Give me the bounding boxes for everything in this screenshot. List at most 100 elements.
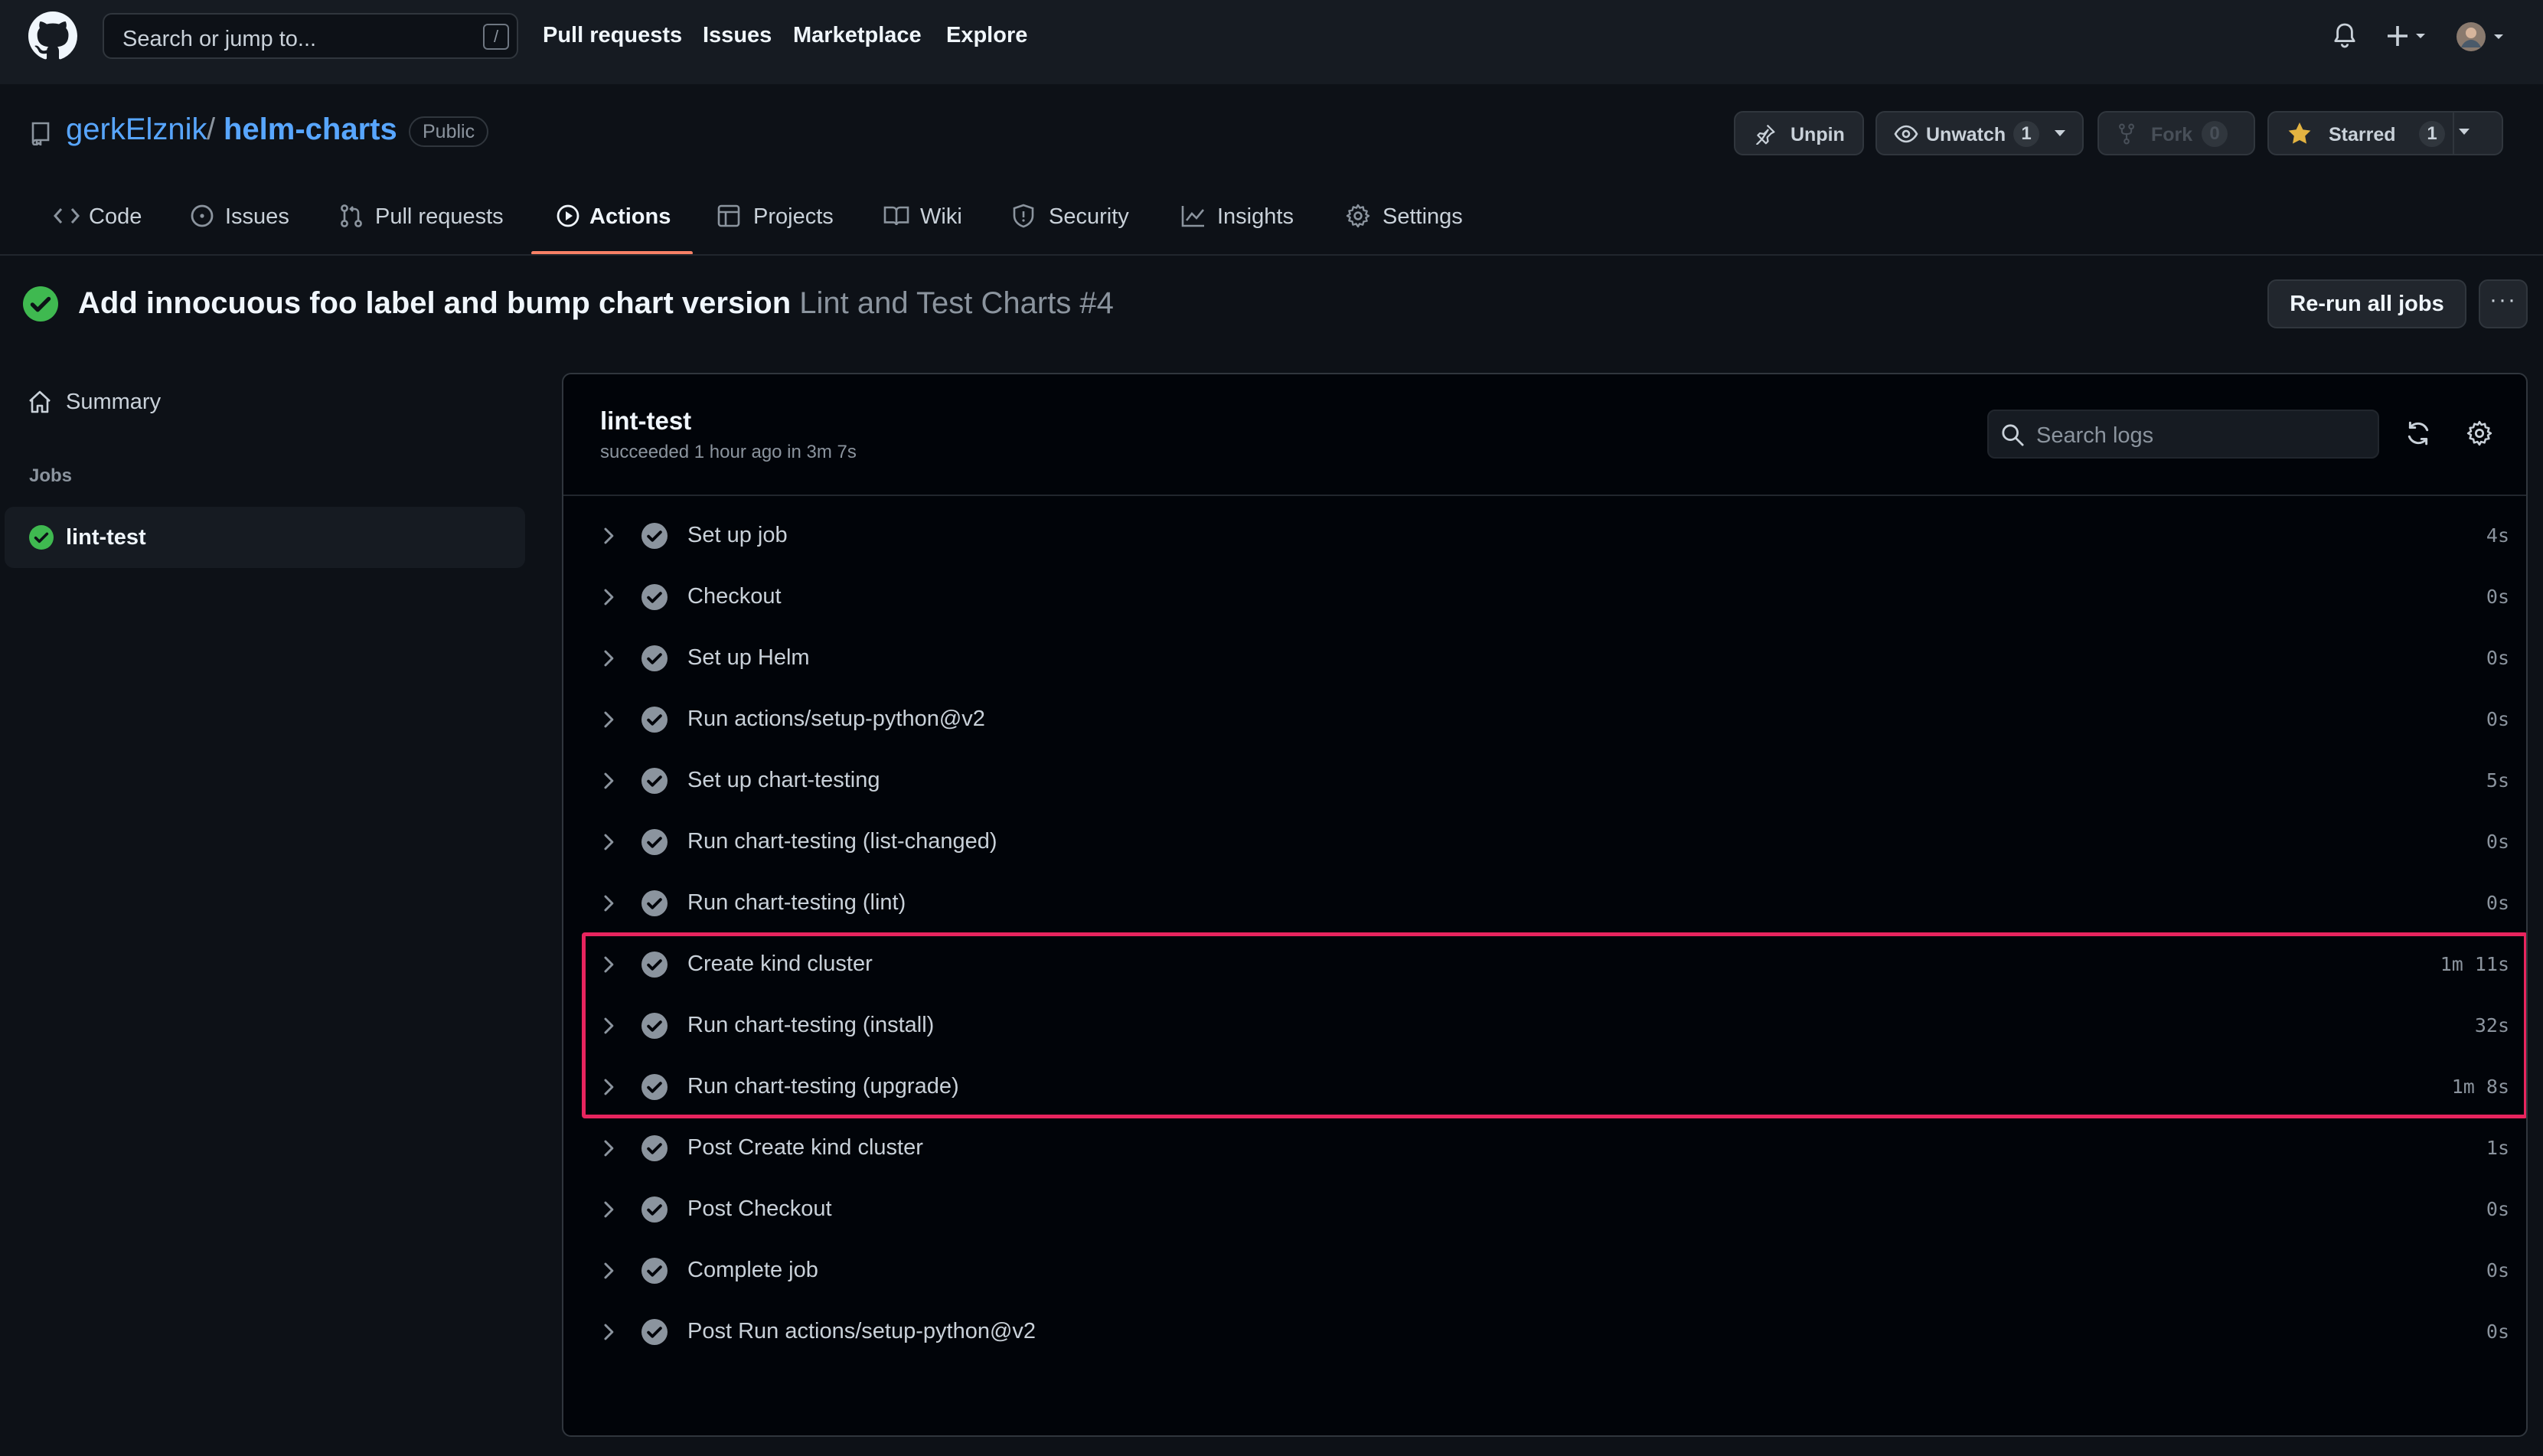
step-duration: 32s xyxy=(2474,1014,2509,1037)
chevron-right-icon[interactable] xyxy=(600,648,617,668)
search-logs-input[interactable]: Search logs xyxy=(1987,410,2379,459)
kebab-menu-icon[interactable]: ··· xyxy=(2479,279,2528,328)
graph-icon xyxy=(1180,204,1206,228)
watch-count: 1 xyxy=(2013,121,2039,147)
unwatch-label: Unwatch xyxy=(1926,124,2006,145)
step-name: Run chart-testing (lint) xyxy=(687,890,906,915)
search-placeholder: Search or jump to... xyxy=(122,27,317,51)
chevron-right-icon[interactable] xyxy=(600,587,617,607)
chevron-right-icon[interactable] xyxy=(600,1322,617,1342)
job-step-row[interactable]: Run chart-testing (list-changed) 0s xyxy=(563,811,2526,872)
avatar[interactable] xyxy=(2456,21,2508,52)
unpin-label: Unpin xyxy=(1791,124,1845,145)
step-name: Set up chart-testing xyxy=(687,768,880,792)
chevron-right-icon[interactable] xyxy=(600,771,617,791)
chevron-right-icon[interactable] xyxy=(600,1261,617,1281)
fork-icon xyxy=(2117,123,2136,145)
step-duration: 1s xyxy=(2486,1137,2509,1159)
job-step-row[interactable]: Post Run actions/setup-python@v2 0s xyxy=(563,1301,2526,1362)
step-duration: 0s xyxy=(2486,1321,2509,1343)
nav-issues[interactable]: Issues xyxy=(703,23,772,48)
repo-name-link[interactable]: helm-charts xyxy=(224,113,397,147)
step-duration: 0s xyxy=(2486,892,2509,914)
job-step-row[interactable]: Create kind cluster 1m 11s xyxy=(563,933,2526,994)
step-name: Post Checkout xyxy=(687,1196,832,1221)
job-step-row[interactable]: Complete job 0s xyxy=(563,1239,2526,1301)
tab-code-label: Code xyxy=(89,204,142,229)
nav-explore[interactable]: Explore xyxy=(946,23,1027,48)
step-success-check-icon xyxy=(641,1013,668,1039)
job-step-row[interactable]: Set up job 4s xyxy=(563,504,2526,566)
chevron-right-icon[interactable] xyxy=(600,1077,617,1097)
button-divider xyxy=(2453,113,2454,154)
job-step-row[interactable]: Post Create kind cluster 1s xyxy=(563,1117,2526,1178)
job-step-row[interactable]: Set up chart-testing 5s xyxy=(563,749,2526,811)
star-filled-icon xyxy=(2287,122,2312,145)
step-duration: 1m 11s xyxy=(2440,953,2509,975)
tabs-divider xyxy=(0,254,2543,256)
job-step-row[interactable]: Set up Helm 0s xyxy=(563,627,2526,688)
tab-wiki-label: Wiki xyxy=(920,204,962,229)
step-name: Run chart-testing (list-changed) xyxy=(687,829,997,854)
issue-icon xyxy=(190,204,214,228)
play-icon xyxy=(556,204,580,228)
nav-marketplace[interactable]: Marketplace xyxy=(793,23,922,48)
step-success-check-icon xyxy=(641,768,668,794)
job-step-row[interactable]: Run chart-testing (install) 32s xyxy=(563,994,2526,1056)
step-name: Post Create kind cluster xyxy=(687,1135,923,1160)
tab-issues-label: Issues xyxy=(225,204,289,229)
run-commit-title: Add innocuous foo label and bump chart v… xyxy=(78,286,792,320)
unwatch-button[interactable]: Unwatch 1 xyxy=(1875,111,2084,155)
job-step-row[interactable]: Run chart-testing (lint) 0s xyxy=(563,872,2526,933)
step-success-check-icon xyxy=(641,952,668,978)
page-title: Add innocuous foo label and bump chart v… xyxy=(78,286,1114,321)
step-name: Post Run actions/setup-python@v2 xyxy=(687,1319,1036,1343)
search-icon xyxy=(2001,423,2024,446)
step-success-check-icon xyxy=(641,523,668,549)
bell-icon[interactable] xyxy=(2333,23,2356,49)
chevron-right-icon[interactable] xyxy=(600,1138,617,1158)
step-name: Complete job xyxy=(687,1258,818,1282)
gear-icon[interactable] xyxy=(2466,420,2492,446)
unpin-button[interactable]: Unpin xyxy=(1734,111,1864,155)
chevron-right-icon[interactable] xyxy=(600,710,617,730)
chevron-right-icon[interactable] xyxy=(600,1016,617,1036)
tab-pull-requests-label: Pull requests xyxy=(375,204,504,229)
star-list-dropdown-icon[interactable] xyxy=(2459,129,2470,135)
sidebar-jobs-heading: Jobs xyxy=(29,465,73,486)
job-step-row[interactable]: Checkout 0s xyxy=(563,566,2526,627)
step-success-check-icon xyxy=(641,1135,668,1161)
global-search-input[interactable]: Search or jump to... / xyxy=(103,13,518,59)
sidebar-item-summary[interactable]: Summary xyxy=(28,387,257,417)
success-check-icon xyxy=(29,525,54,550)
plus-dropdown-icon[interactable] xyxy=(2387,24,2430,47)
step-duration: 4s xyxy=(2486,524,2509,547)
home-icon xyxy=(28,390,52,414)
chevron-right-icon[interactable] xyxy=(600,955,617,974)
job-step-row[interactable]: Post Checkout 0s xyxy=(563,1178,2526,1239)
sidebar-item-lint-test[interactable]: lint-test xyxy=(5,507,525,568)
repo-owner-link[interactable]: gerkElznik xyxy=(66,113,207,147)
tab-insights-label: Insights xyxy=(1217,204,1294,229)
repo-path-separator: / xyxy=(207,113,216,146)
starred-label: Starred xyxy=(2329,124,2396,145)
chevron-right-icon[interactable] xyxy=(600,526,617,546)
step-duration: 0s xyxy=(2486,831,2509,853)
rerun-all-jobs-button[interactable]: Re-run all jobs xyxy=(2267,279,2466,328)
refresh-icon[interactable] xyxy=(2405,420,2431,446)
chevron-right-icon[interactable] xyxy=(600,832,617,852)
github-logo-icon[interactable] xyxy=(28,11,77,60)
step-success-check-icon xyxy=(641,707,668,733)
job-step-row[interactable]: Run chart-testing (upgrade) 1m 8s xyxy=(563,1056,2526,1117)
fork-button[interactable]: Fork 0 xyxy=(2097,111,2255,155)
code-icon xyxy=(54,204,80,228)
repo-icon xyxy=(31,121,52,145)
nav-pull-requests[interactable]: Pull requests xyxy=(543,23,682,48)
job-step-row[interactable]: Run actions/setup-python@v2 0s xyxy=(563,688,2526,749)
tab-projects-label: Projects xyxy=(753,204,834,229)
chevron-right-icon[interactable] xyxy=(600,893,617,913)
step-duration: 5s xyxy=(2486,769,2509,792)
sidebar-summary-label: Summary xyxy=(66,390,162,414)
chevron-down-icon xyxy=(2055,130,2065,137)
chevron-right-icon[interactable] xyxy=(600,1200,617,1219)
